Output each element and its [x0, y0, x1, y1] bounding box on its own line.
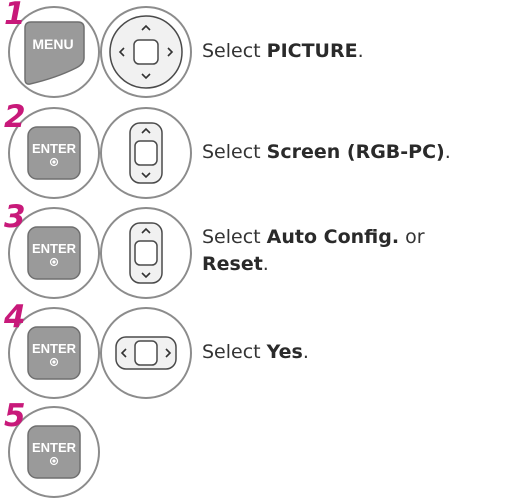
step-number: 2 — [4, 99, 26, 135]
enter-key-label: ENTER — [32, 141, 77, 156]
menu-option-auto-config: Auto Config. — [266, 226, 400, 248]
nav-pad-icon — [100, 307, 192, 399]
menu-option-yes: Yes — [266, 341, 303, 363]
enter-key-label: ENTER — [32, 440, 77, 455]
enter-key-label: ENTER — [32, 241, 77, 256]
menu-key-label: MENU — [32, 36, 73, 52]
step-4-instruction: Select Yes. — [202, 341, 309, 363]
step-number: 4 — [4, 299, 26, 335]
step-2-buttons: ENTER — [8, 107, 192, 199]
step-2-instruction: Select Screen (RGB-PC). — [202, 141, 451, 163]
menu-option-reset: Reset — [202, 253, 263, 275]
step-5: 5 ENTER — [0, 398, 516, 502]
nav-pad-icon — [100, 107, 192, 199]
step-1: 1 MENU Select PICTURE. — [0, 0, 516, 100]
step-1-buttons: MENU — [8, 6, 192, 98]
step-5-buttons: ENTER — [8, 406, 100, 498]
step-1-instruction: Select PICTURE. — [202, 40, 364, 62]
enter-key-label: ENTER — [32, 341, 77, 356]
step-3-buttons: ENTER — [8, 207, 192, 299]
step-number: 3 — [4, 199, 26, 235]
nav-pad-icon — [100, 207, 192, 299]
menu-option-picture: PICTURE — [266, 40, 358, 62]
step-2: 2 ENTER Select Screen (RGB-PC). — [0, 99, 516, 203]
step-3: 3 ENTER Select Auto Config. or Reset. — [0, 199, 516, 303]
step-4: 4 ENTER Select Yes. — [0, 299, 516, 403]
menu-option-screen: Screen (RGB-PC) — [266, 141, 445, 163]
step-3-instruction: Select Auto Config. or Reset. — [202, 226, 425, 275]
nav-pad-icon — [100, 6, 192, 98]
step-number: 1 — [4, 0, 26, 32]
step-4-buttons: ENTER — [8, 307, 192, 399]
step-number: 5 — [4, 398, 26, 434]
